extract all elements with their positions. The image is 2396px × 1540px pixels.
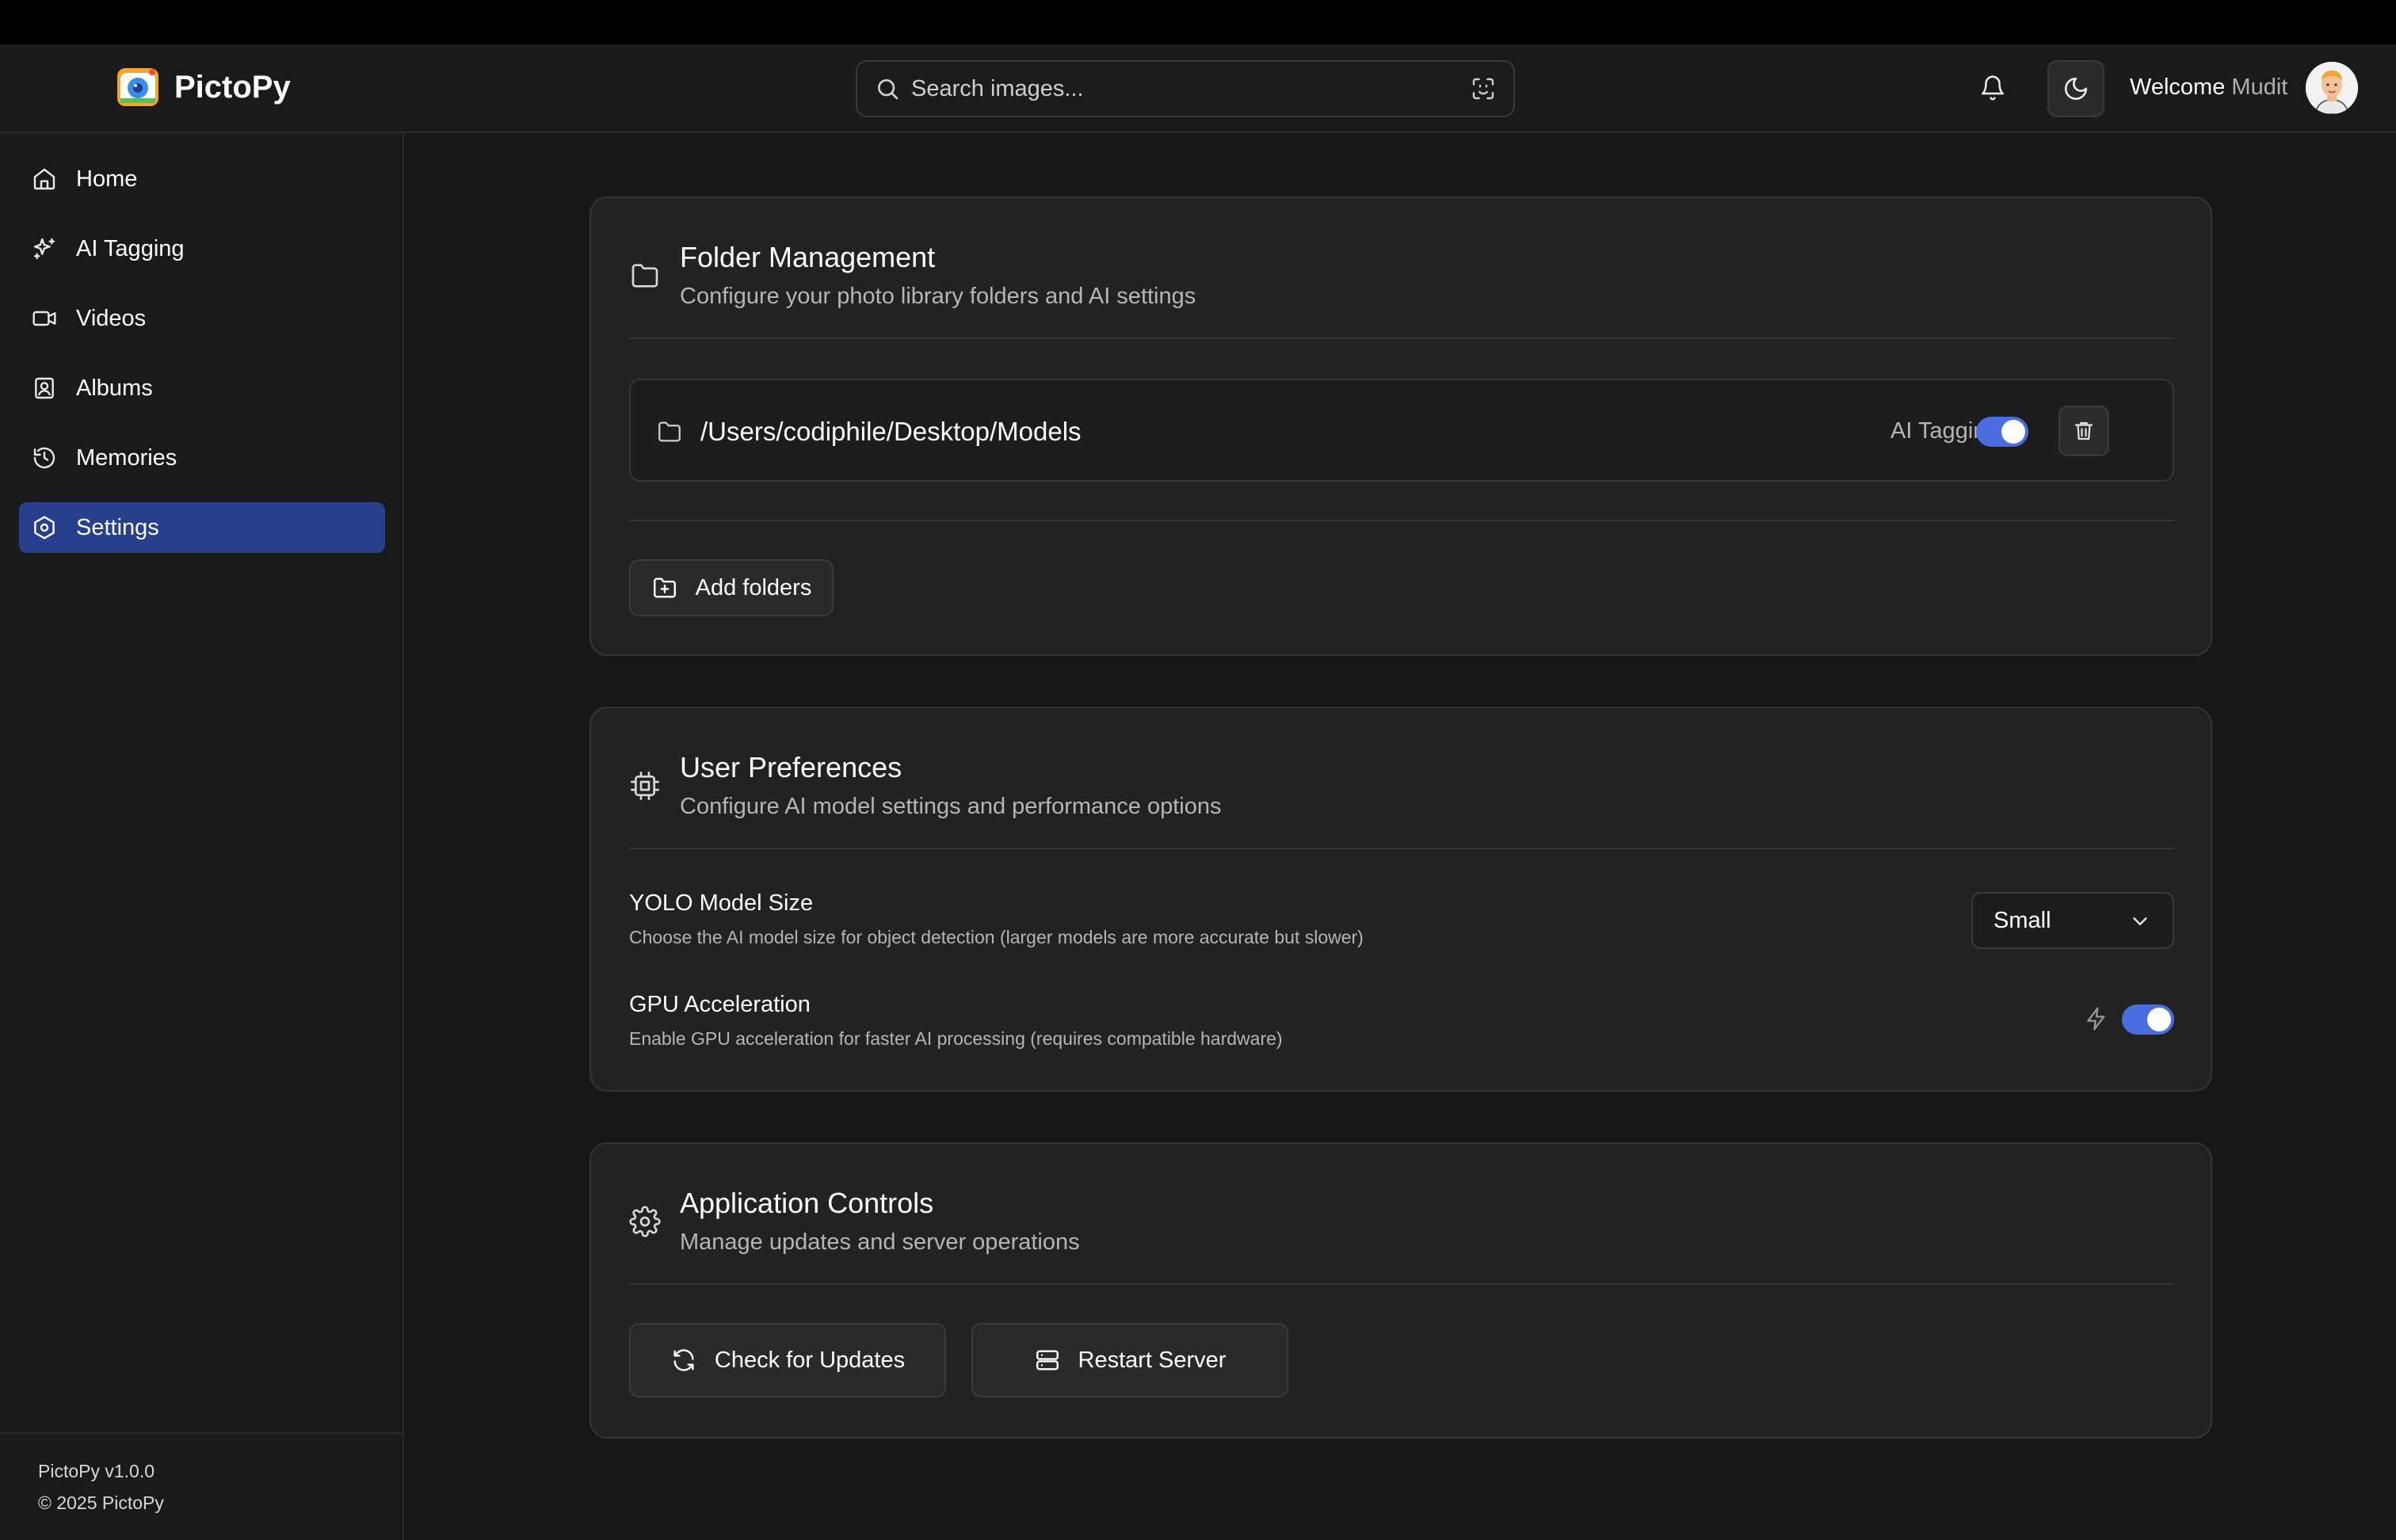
card-title: User Preferences [680,751,902,783]
yolo-model-value: Small [1993,907,2051,933]
brand[interactable]: PictoPy [116,65,291,109]
card-subtitle: Configure AI model settings and performa… [680,794,1222,819]
add-folders-button[interactable]: Add folders [629,559,834,616]
gpu-acceleration-toggle[interactable] [2122,1004,2174,1035]
lightning-icon [2087,1007,2105,1031]
restart-server-button[interactable]: Restart Server [971,1323,1288,1397]
home-icon [33,168,55,190]
cpu-icon [631,772,659,800]
sidebar-item-label: Videos [76,305,147,331]
restart-server-label: Restart Server [1078,1347,1227,1373]
delete-folder-button[interactable] [2058,406,2109,456]
sidebar-item-settings[interactable]: Settings [19,502,385,553]
server-icon [1036,1350,1059,1370]
sidebar-item-home[interactable]: Home [19,154,385,204]
theme-toggle-button[interactable] [2047,60,2104,117]
divider [629,848,2174,849]
search-icon [878,79,898,100]
search-bar[interactable] [856,60,1515,117]
welcome-label: Welcome [2130,74,2226,100]
folder-plus-icon [653,578,676,598]
application-controls-card: Application Controls Manage updates and … [589,1142,2212,1439]
trash-icon [2074,421,2093,440]
sidebar-item-label: Settings [76,514,159,540]
chevron-down-icon [2133,917,2147,925]
yolo-model-select[interactable]: Small [1971,892,2174,949]
sidebar: Home AI Tagging Videos Albums Memories S… [0,133,404,1540]
toggle-knob [2001,420,2025,444]
sidebar-item-label: Memories [76,444,177,471]
welcome-text: Welcome Mudit [2130,74,2287,101]
app-name: PictoPy [174,69,291,105]
sidebar-item-videos[interactable]: Videos [19,293,385,344]
card-subtitle: Manage updates and server operations [680,1229,1080,1255]
gear-icon [629,1206,661,1237]
check-for-updates-label: Check for Updates [714,1347,906,1373]
avatar[interactable] [2306,62,2358,114]
user-avatar-icon [2306,62,2358,114]
notification-bell-icon[interactable] [1979,74,2006,101]
copyright: © 2025 PictoPy [38,1492,164,1513]
folder-path: /Users/codiphile/Desktop/Models [700,417,1082,446]
history-icon [33,447,55,469]
sidebar-item-ai-tagging[interactable]: AI Tagging [19,223,385,274]
divider [629,520,2174,521]
card-title: Application Controls [680,1187,934,1219]
album-icon [35,377,54,399]
refresh-icon [673,1349,694,1371]
folder-icon [658,421,681,442]
settings-icon [34,516,55,539]
search-input[interactable] [911,75,1450,102]
window-top-bar [0,0,2396,44]
sidebar-item-label: AI Tagging [76,235,185,261]
sidebar-item-label: Albums [76,375,153,401]
divider [629,1283,2174,1285]
divider [629,337,2174,339]
yolo-model-title: YOLO Model Size [629,890,814,916]
user-name: Mudit [2231,74,2288,100]
add-folders-label: Add folders [695,574,812,600]
gpu-acceleration-title: GPU Acceleration [629,992,811,1017]
user-preferences-card: User Preferences Configure AI model sett… [589,707,2212,1092]
sidebar-item-label: Home [76,166,138,192]
app-header: PictoPy Welcome Mudit [0,44,2396,133]
ai-tagging-toggle[interactable] [1976,417,2028,447]
face-scan-icon[interactable] [1471,76,1496,101]
sparkles-icon [33,238,55,260]
folder-management-card: Folder Management Configure your photo l… [589,196,2212,656]
sidebar-item-albums[interactable]: Albums [19,363,385,414]
video-icon [32,311,56,326]
pictopy-logo-icon [117,68,158,106]
sidebar-item-memories[interactable]: Memories [19,433,385,483]
yolo-model-description: Choose the AI model size for object dete… [629,927,1364,947]
app-version: PictoPy v1.0.0 [38,1461,155,1481]
check-for-updates-button[interactable]: Check for Updates [629,1323,946,1397]
card-subtitle: Configure your photo library folders and… [680,284,1196,309]
toggle-knob [2147,1008,2171,1031]
gpu-acceleration-description: Enable GPU acceleration for faster AI pr… [629,1028,1283,1049]
moon-icon [2064,77,2088,101]
card-title: Folder Management [680,241,936,273]
folder-icon [631,264,658,288]
folder-row: /Users/codiphile/Desktop/Models AI Taggi… [629,379,2174,482]
sidebar-footer: PictoPy v1.0.0 © 2025 PictoPy [0,1432,403,1540]
